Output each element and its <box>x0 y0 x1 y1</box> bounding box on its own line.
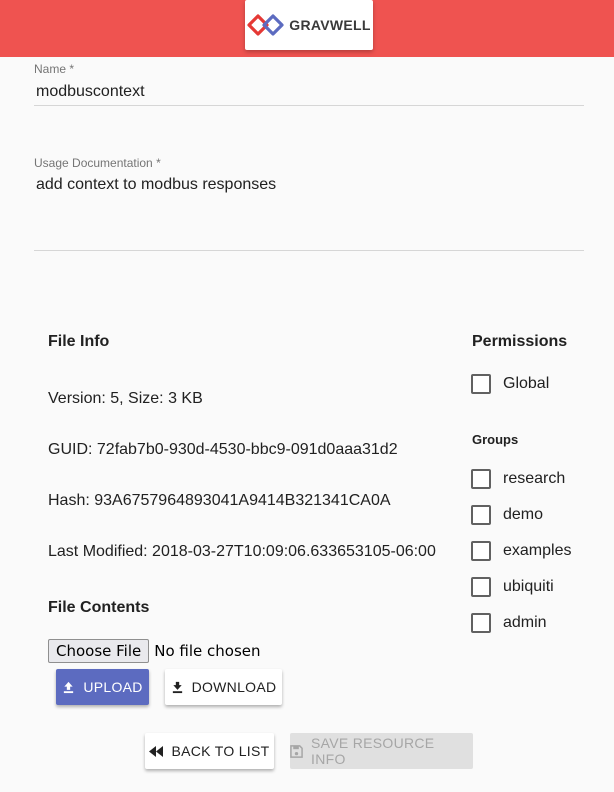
back-to-list-label: BACK TO LIST <box>171 743 270 759</box>
hash-text: Hash: 93A6757964893041A9414B321341CA0A <box>48 492 391 509</box>
top-bar: GRAVWELL <box>0 0 614 57</box>
download-label: DOWNLOAD <box>191 679 277 695</box>
global-label: Global <box>503 375 550 392</box>
checkbox-box[interactable] <box>471 541 491 561</box>
file-input[interactable]: Choose File No file chosen <box>48 639 261 663</box>
doc-textarea[interactable]: add context to modbus responses <box>36 176 276 194</box>
doc-label: Usage Documentation * <box>34 156 161 170</box>
rewind-icon <box>149 745 164 757</box>
checkbox-box[interactable] <box>471 577 491 597</box>
global-checkbox[interactable]: Global <box>471 373 549 395</box>
checkbox-box[interactable] <box>471 374 491 394</box>
checkbox-box[interactable] <box>471 613 491 633</box>
group-checkbox-demo[interactable]: demo <box>471 504 543 526</box>
last-modified-text: Last Modified: 2018-03-27T10:09:06.63365… <box>48 543 436 560</box>
choose-file-button[interactable]: Choose File <box>48 639 150 663</box>
file-contents-heading: File Contents <box>48 599 150 616</box>
group-label: examples <box>503 542 572 559</box>
checkbox-box[interactable] <box>471 469 491 489</box>
group-label: demo <box>503 506 544 523</box>
download-button[interactable]: DOWNLOAD <box>165 669 282 705</box>
download-icon <box>171 681 184 694</box>
upload-button[interactable]: UPLOAD <box>56 669 149 705</box>
group-checkbox-ubiquiti[interactable]: ubiquiti <box>471 576 554 598</box>
name-input[interactable]: modbuscontext <box>36 83 145 101</box>
gravwell-logo-icon <box>247 13 285 37</box>
group-checkbox-research[interactable]: research <box>471 468 565 490</box>
permissions-heading: Permissions <box>472 333 568 350</box>
upload-label: UPLOAD <box>83 679 143 695</box>
doc-underline <box>34 250 584 251</box>
group-label: research <box>503 470 566 487</box>
back-to-list-button[interactable]: BACK TO LIST <box>145 733 274 769</box>
logo-text: GRAVWELL <box>289 17 371 33</box>
checkbox-box[interactable] <box>471 505 491 525</box>
group-label: ubiquiti <box>503 578 554 595</box>
group-checkbox-examples[interactable]: examples <box>471 540 571 562</box>
save-resource-info-label: SAVE RESOURCE INFO <box>311 735 435 767</box>
group-checkbox-admin[interactable]: admin <box>471 612 547 634</box>
file-info-heading: File Info <box>48 333 110 350</box>
logo[interactable]: GRAVWELL <box>245 0 373 50</box>
no-file-text: No file chosen <box>154 642 261 660</box>
upload-icon <box>62 681 75 694</box>
name-label: Name * <box>34 62 75 76</box>
name-underline <box>34 105 584 106</box>
group-label: admin <box>503 614 547 631</box>
guid-text: GUID: 72fab7b0-930d-4530-bbc9-091d0aaa31… <box>48 441 398 458</box>
save-resource-info-button[interactable]: SAVE RESOURCE INFO <box>290 733 473 769</box>
version-size-text: Version: 5, Size: 3 KB <box>48 390 203 407</box>
groups-heading: Groups <box>472 432 519 447</box>
save-icon <box>290 744 303 758</box>
